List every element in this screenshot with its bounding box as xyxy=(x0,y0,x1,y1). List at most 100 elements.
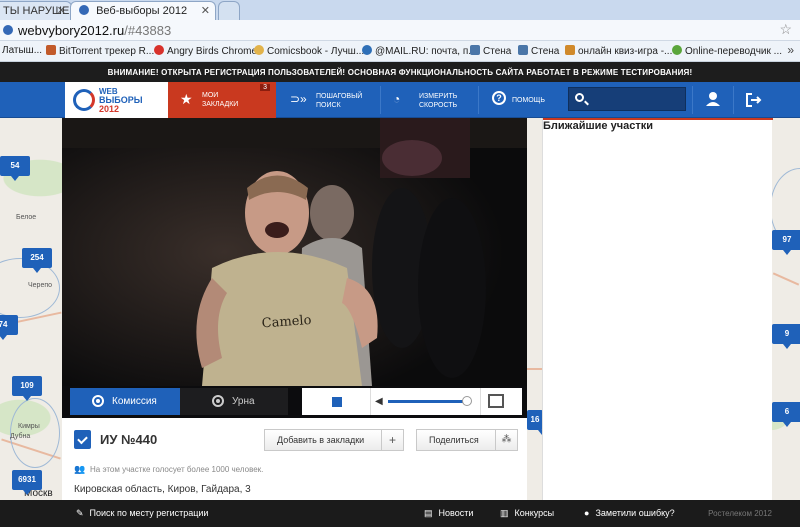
footer-contests[interactable]: ▥ Конкурсы xyxy=(500,508,554,519)
map-cluster-marker[interactable]: 9 xyxy=(772,324,800,349)
mail-icon xyxy=(362,45,372,55)
address-bar[interactable]: webvybory2012.ru/#43883 ☆ xyxy=(0,20,800,41)
divider xyxy=(480,388,481,415)
footer-news[interactable]: ▤ Новости xyxy=(424,508,473,519)
speedometer-icon: ◔ xyxy=(393,92,401,106)
nav-divider xyxy=(733,86,734,114)
favicon-icon xyxy=(3,25,13,35)
footer-search-registration[interactable]: ✎ Поиск по месту регистрации xyxy=(76,508,208,519)
fullscreen-icon[interactable] xyxy=(488,394,504,408)
url-path: /#43883 xyxy=(124,23,172,38)
bookmark-item[interactable]: @MAIL.RU: почта, п... xyxy=(362,45,477,57)
site-logo[interactable]: WEB ВЫБОРЫ 2012 xyxy=(65,82,168,118)
video-player[interactable]: Camelo Комиссия Урна ◀ xyxy=(62,118,527,418)
bookmark-check-icon xyxy=(74,430,91,449)
nav-label: МОИ ЗАКЛАДКИ xyxy=(202,92,239,108)
bookmark-item[interactable]: онлайн квиз-игра -... xyxy=(565,45,672,57)
bookmark-label: Online-переводчик ... xyxy=(685,46,782,57)
contests-icon: ▥ xyxy=(500,508,509,518)
panel-title: Ближайшие участки xyxy=(543,120,653,132)
bookmark-item[interactable]: BitTorrent трекер R... xyxy=(46,45,154,57)
bookmark-label: Comicsbook - Лучш... xyxy=(267,46,365,57)
quiz-icon xyxy=(565,45,575,55)
browser-tabstrip: ТЫ НАРУШЕНИ ✕ Веб-выборы 2012 ✕ xyxy=(0,0,800,20)
map-cluster-marker[interactable]: 6 xyxy=(772,402,800,427)
url-host: webvybory2012.ru xyxy=(18,23,125,38)
map-label: Кимры xyxy=(18,423,40,430)
logout-icon xyxy=(746,93,762,107)
browser-tab-2[interactable]: Веб-выборы 2012 ✕ xyxy=(70,1,216,20)
bookmark-label: Латыш... xyxy=(2,45,43,56)
share-icon: ⁂ xyxy=(495,430,517,450)
chevrons-right-icon: ⊃» xyxy=(290,92,307,106)
notice-banner: ВНИМАНИЕ! ОТКРЫТА РЕГИСТРАЦИЯ ПОЛЬЗОВАТЕ… xyxy=(0,62,800,82)
star-icon[interactable]: ☆ xyxy=(779,21,792,38)
button-label: Комиссия xyxy=(112,396,157,407)
nav-divider xyxy=(692,86,693,114)
search-icon[interactable] xyxy=(575,93,584,102)
footer-label: Поиск по месту регистрации xyxy=(89,508,209,518)
nav-divider xyxy=(478,86,479,114)
bookmark-item[interactable]: Online-переводчик ... xyxy=(672,45,782,57)
volume-slider[interactable] xyxy=(388,400,468,403)
bookmark-item[interactable]: Comicsbook - Лучш... xyxy=(254,45,364,57)
nav-my-bookmarks[interactable]: ★ МОИ ЗАКЛАДКИ 3 xyxy=(168,82,276,118)
new-tab-button[interactable] xyxy=(218,1,240,20)
map-cluster-marker[interactable]: 254 xyxy=(22,248,52,273)
footer-report-error[interactable]: ● Заметили ошибку? xyxy=(584,508,675,518)
button-label: Поделиться xyxy=(429,435,479,445)
logout-button[interactable] xyxy=(736,82,770,118)
camera-commission-button[interactable]: Комиссия xyxy=(70,388,180,415)
nav-label: ПОМОЩЬ xyxy=(512,97,545,104)
logo-mark-icon xyxy=(73,89,95,111)
divider xyxy=(370,388,371,415)
map-cluster-marker[interactable]: 16 xyxy=(527,410,546,435)
bookmarks-bar: Латыш... BitTorrent трекер R... Angry Bi… xyxy=(0,41,800,62)
map-cluster-marker[interactable]: 97 xyxy=(772,230,800,255)
share-button[interactable]: Поделиться ⁂ xyxy=(416,429,518,451)
station-card: ИУ №440 Добавить в закладки + Поделиться… xyxy=(62,418,527,500)
map-cluster-marker[interactable]: 74 xyxy=(0,315,18,340)
nav-label: ИЗМЕРИТЬ СКОРОСТЬ xyxy=(419,93,458,109)
nav-divider xyxy=(380,86,381,114)
user-icon xyxy=(706,92,720,106)
bird-icon xyxy=(154,45,164,55)
close-icon[interactable]: ✕ xyxy=(57,4,66,17)
footer-label: Конкурсы xyxy=(514,508,555,518)
bookmark-label: @MAIL.RU: почта, п... xyxy=(375,46,477,57)
nav-label: ПОШАГОВЫЙ ПОИСК xyxy=(316,93,363,109)
bookmark-label: BitTorrent трекер R... xyxy=(59,46,155,57)
bookmark-label: онлайн квиз-игра -... xyxy=(578,46,673,57)
nav-measure-speed[interactable]: ◔ ИЗМЕРИТЬ СКОРОСТЬ xyxy=(383,82,477,118)
bookmark-item[interactable]: Стена xyxy=(470,45,511,57)
nearby-stations-panel: Ближайшие участки xyxy=(542,118,773,500)
map-road xyxy=(772,272,800,286)
map-cluster-marker[interactable]: 54 xyxy=(0,156,30,181)
copyright: Ростелеком 2012 xyxy=(708,509,772,518)
more-bookmarks-button[interactable]: » xyxy=(787,43,794,57)
volume-icon[interactable]: ◀ xyxy=(375,396,383,407)
video-frame: Camelo xyxy=(62,118,527,386)
logo-text: 2012 xyxy=(99,104,120,114)
bookmark-item[interactable]: Стена xyxy=(518,45,559,57)
map-label: Дубна xyxy=(10,433,31,440)
site-search[interactable] xyxy=(568,87,686,111)
url-text[interactable]: webvybory2012.ru/#43883 xyxy=(18,23,171,38)
bookmarks-count-badge: 3 xyxy=(260,84,270,91)
bookmark-item[interactable]: Angry Birds Chrome xyxy=(154,45,257,57)
nav-help[interactable]: ? ПОМОЩЬ xyxy=(482,82,552,118)
map-cluster-marker[interactable]: 6931 xyxy=(12,470,42,495)
footer: ✎ Поиск по месту регистрации ▤ Новости ▥ Ко… xyxy=(0,500,800,527)
add-to-bookmarks-button[interactable]: Добавить в закладки + xyxy=(264,429,404,451)
user-button[interactable] xyxy=(696,82,730,118)
close-icon[interactable]: ✕ xyxy=(201,4,210,17)
map-cluster-marker[interactable]: 109 xyxy=(12,376,42,401)
search-input[interactable] xyxy=(589,91,681,107)
volume-slider-handle[interactable] xyxy=(462,396,472,406)
bookmark-label: Стена xyxy=(483,46,512,57)
bookmark-item[interactable]: Латыш... xyxy=(2,45,42,56)
stop-icon[interactable] xyxy=(332,397,342,407)
camera-urn-button[interactable]: Урна xyxy=(180,388,288,415)
nav-step-search[interactable]: ⊃» ПОШАГОВЫЙ ПОИСК xyxy=(280,82,380,118)
browser-tab-1[interactable]: ТЫ НАРУШЕНИ ✕ xyxy=(0,1,72,20)
